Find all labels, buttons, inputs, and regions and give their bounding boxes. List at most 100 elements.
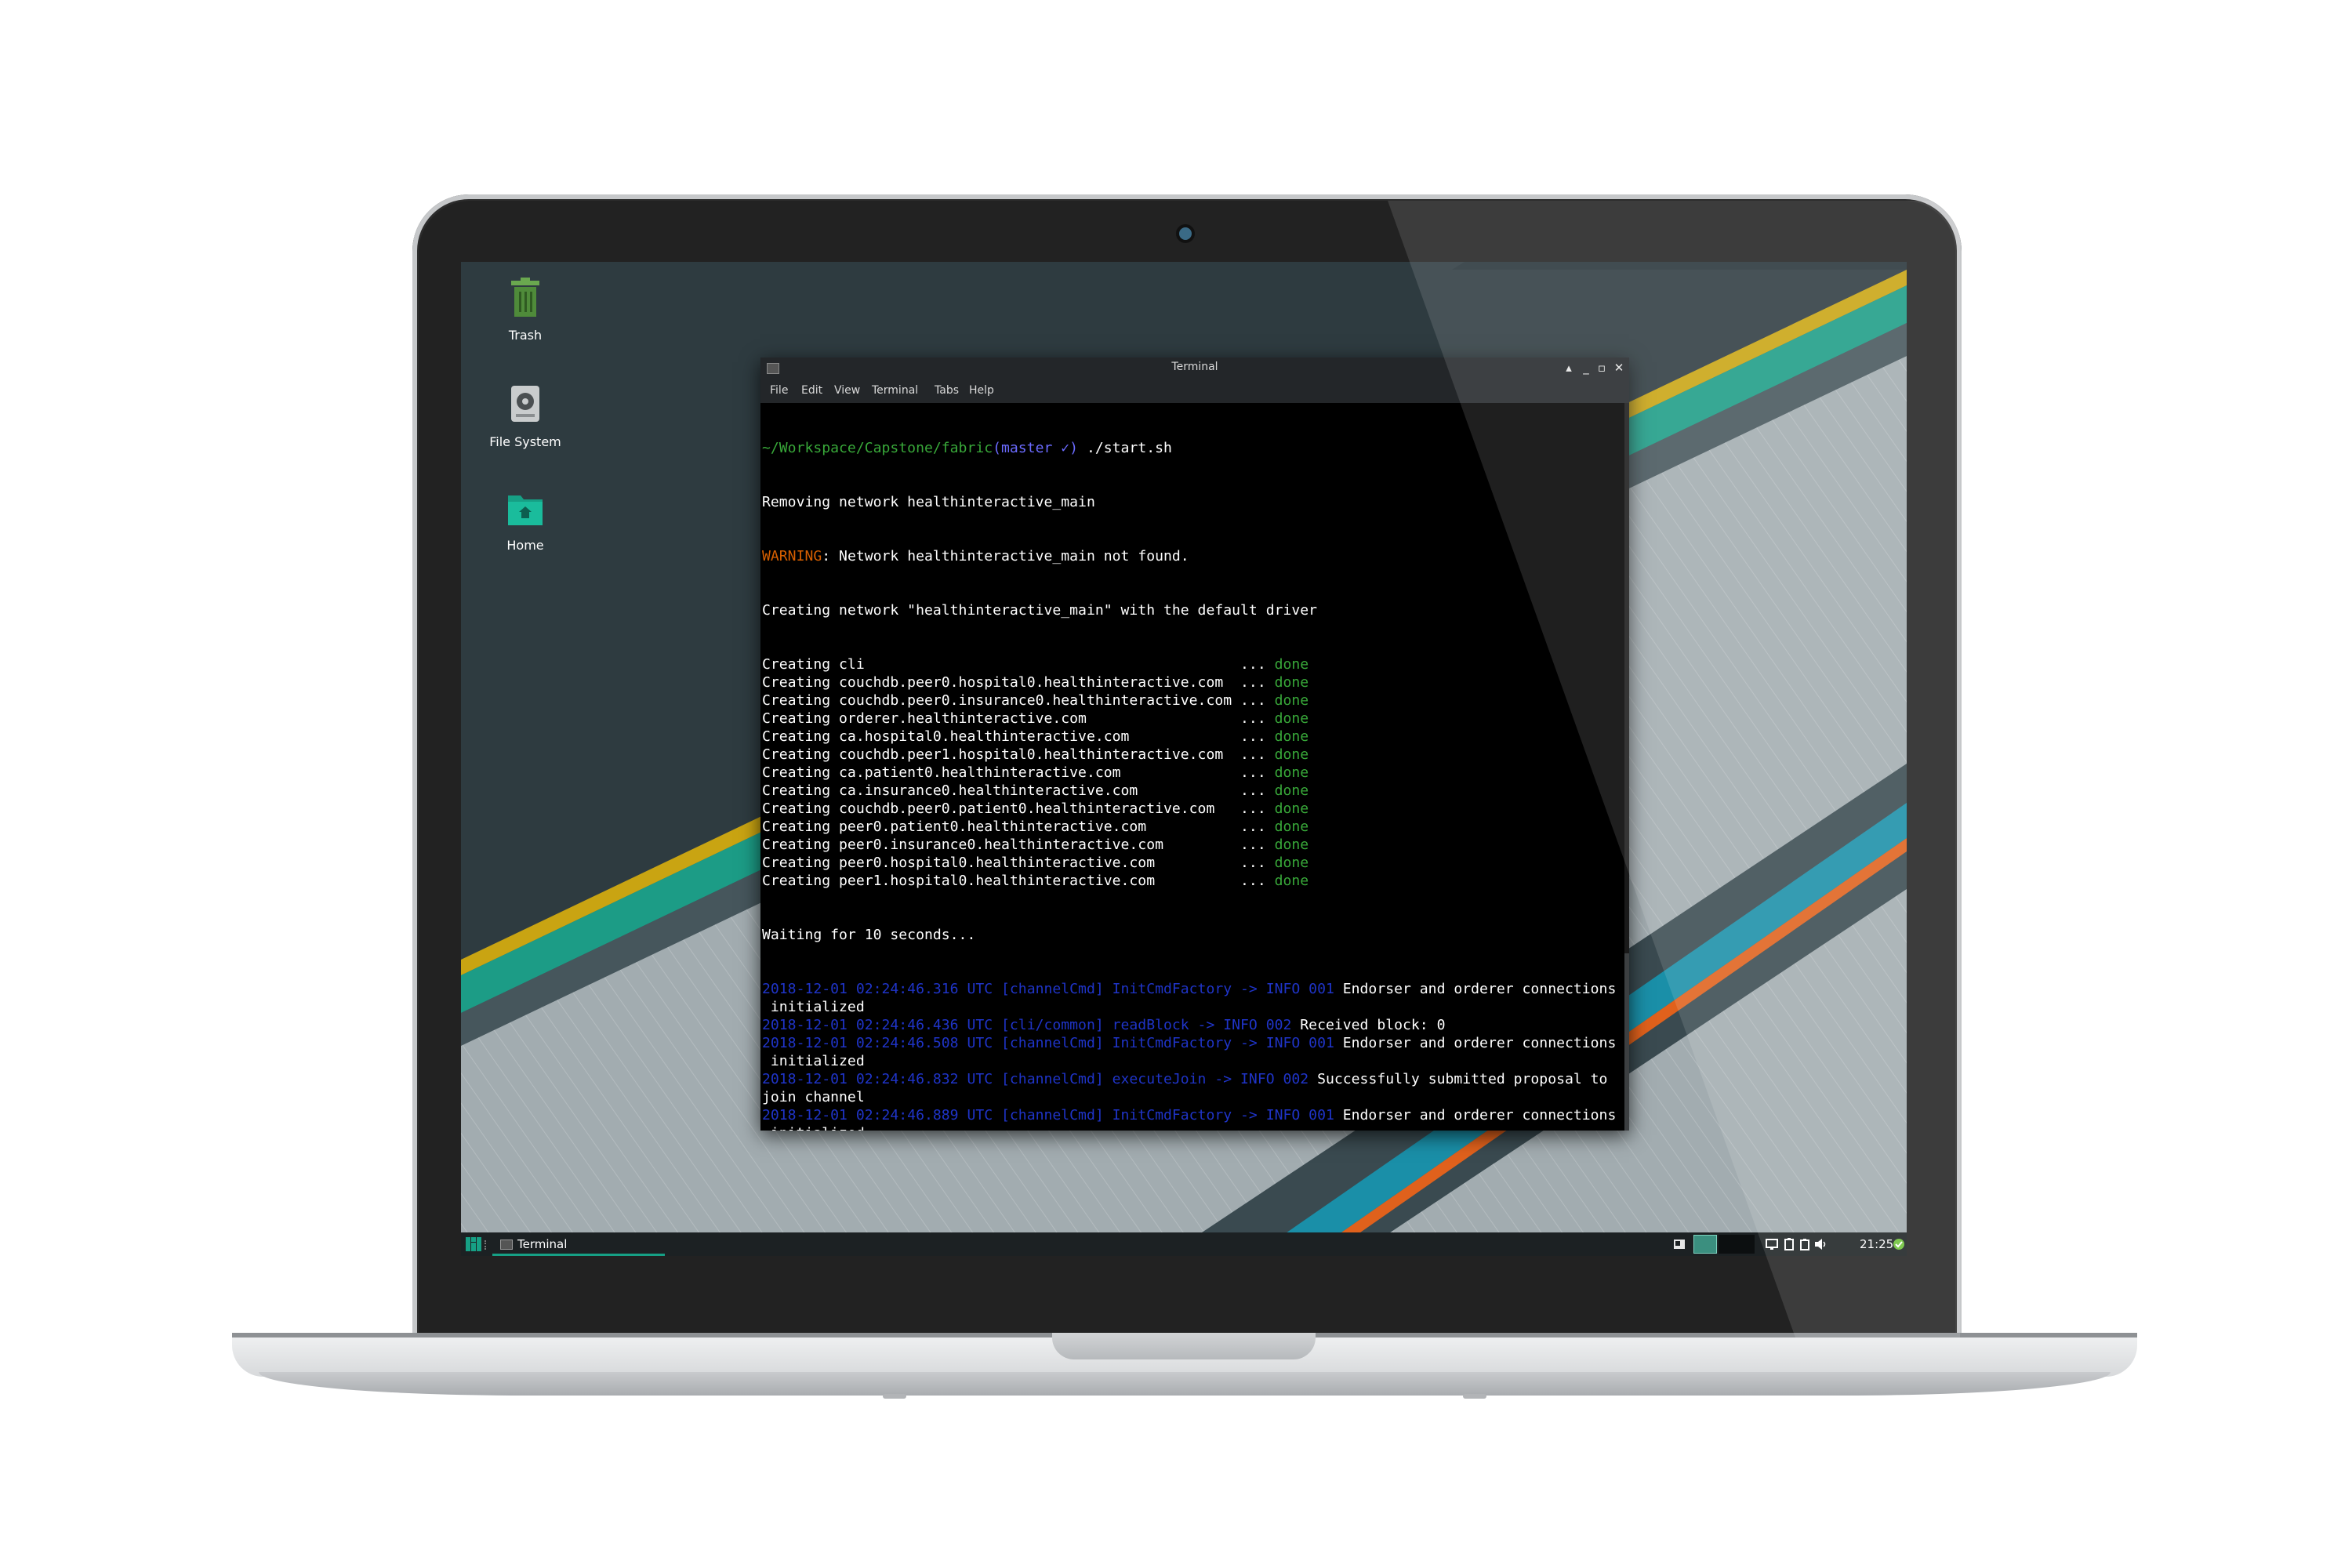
close-button[interactable]: ✕	[1610, 359, 1628, 376]
status-done: done	[1274, 674, 1309, 691]
creating-text: Creating peer0.insurance0.healthinteract…	[762, 837, 1275, 853]
menu-help[interactable]: Help	[969, 384, 994, 397]
taskbar-item-terminal[interactable]: Terminal	[492, 1232, 665, 1256]
log-continuation: initialized	[762, 1053, 865, 1069]
creating-text: Creating couchdb.peer1.hospital0.healthi…	[762, 746, 1275, 763]
prompt-line: ~/Workspace/Capstone/fabric(master ✓) ./…	[762, 439, 1624, 457]
laptop-foot	[1463, 1394, 1486, 1399]
maximize-button[interactable]: ▫	[1593, 359, 1610, 376]
log-line: 2018-12-01 02:24:46.889 UTC [channelCmd]…	[762, 1106, 1624, 1124]
desktop-icon-home[interactable]: Home	[482, 491, 568, 553]
status-done: done	[1274, 873, 1309, 889]
creating-line: Creating ca.hospital0.healthinteractive.…	[762, 728, 1624, 746]
webcam	[1179, 227, 1192, 240]
status-done: done	[1274, 692, 1309, 709]
warning-label: WARNING	[762, 548, 822, 564]
screen: Trash File System Home Terminal ▴ _ ▫ ✕ …	[461, 262, 1907, 1256]
creating-line: Creating cli ... done	[762, 655, 1624, 673]
clock[interactable]: 21:25	[1860, 1237, 1893, 1251]
status-done: done	[1274, 746, 1309, 763]
creating-line: Creating peer1.hospital0.healthinteracti…	[762, 872, 1624, 890]
taskbar-separator	[485, 1240, 488, 1250]
log-prefix: 2018-12-01 02:24:46.316 UTC [channelCmd]…	[762, 981, 1334, 997]
command-text: ./start.sh	[1078, 440, 1172, 456]
creating-text: Creating cli ...	[762, 656, 1275, 673]
trash-icon	[511, 278, 539, 317]
output-line: Removing network healthinteractive_main	[762, 494, 1095, 510]
creating-text: Creating couchdb.peer0.patient0.healthin…	[762, 800, 1275, 817]
clipboard-icon[interactable]	[1783, 1238, 1795, 1250]
creating-line: Creating couchdb.peer0.patient0.healthin…	[762, 800, 1624, 818]
terminal-output[interactable]: ~/Workspace/Capstone/fabric(master ✓) ./…	[762, 403, 1624, 1131]
workspace-switcher-2[interactable]	[1719, 1235, 1755, 1254]
laptop-notch	[1052, 1333, 1316, 1359]
status-done: done	[1274, 782, 1309, 799]
creating-line: Creating peer0.hospital0.healthinteracti…	[762, 854, 1624, 872]
creating-text: Creating ca.patient0.healthinteractive.c…	[762, 764, 1275, 781]
menu-file[interactable]: File	[770, 384, 788, 397]
log-continuation: join channel	[762, 1089, 865, 1105]
status-done: done	[1274, 728, 1309, 745]
menu-view[interactable]: View	[834, 384, 860, 397]
taskbar: Terminal 21:25	[461, 1232, 1907, 1256]
creating-text: Creating couchdb.peer0.hospital0.healthi…	[762, 674, 1275, 691]
log-lines: 2018-12-01 02:24:46.316 UTC [channelCmd]…	[762, 980, 1624, 1131]
desktop-icon-label: Home	[506, 538, 544, 553]
menu-terminal[interactable]: Terminal	[872, 384, 918, 397]
taskbar-item-label: Terminal	[517, 1237, 568, 1251]
log-message: Received block: 0	[1291, 1017, 1446, 1033]
desktop-icon-trash[interactable]: Trash	[482, 278, 568, 343]
terminal-window[interactable]: Terminal ▴ _ ▫ ✕ File Edit View Terminal…	[760, 358, 1629, 1131]
minimize-button[interactable]: _	[1577, 359, 1595, 376]
status-done: done	[1274, 800, 1309, 817]
log-line: 2018-12-01 02:24:46.508 UTC [channelCmd]…	[762, 1034, 1624, 1052]
creating-text: Creating peer0.patient0.healthinteractiv…	[762, 818, 1275, 835]
status-done: done	[1274, 837, 1309, 853]
creating-text: Creating ca.insurance0.healthinteractive…	[762, 782, 1275, 799]
log-prefix: 2018-12-01 02:24:46.436 UTC [cli/common]…	[762, 1017, 1292, 1033]
keep-above-icon[interactable]: ▴	[1560, 359, 1577, 376]
menubar: File Edit View Terminal Tabs Help	[760, 379, 1629, 403]
log-line: 2018-12-01 02:24:46.832 UTC [channelCmd]…	[762, 1070, 1624, 1088]
manjaro-menu-icon[interactable]	[466, 1237, 481, 1251]
log-continuation: initialized	[762, 1124, 1624, 1131]
status-done: done	[1274, 710, 1309, 727]
desktop-icon-file-system[interactable]: File System	[482, 384, 568, 449]
prompt-path: ~/Workspace/Capstone/fabric	[762, 440, 993, 456]
menu-edit[interactable]: Edit	[801, 384, 822, 397]
show-desktop-icon[interactable]	[1673, 1238, 1686, 1250]
display-icon[interactable]	[1766, 1238, 1778, 1250]
creating-text: Creating peer1.hospital0.healthinteracti…	[762, 873, 1275, 889]
laptop-foot	[883, 1394, 906, 1399]
home-folder-icon	[508, 495, 543, 525]
creating-line: Creating couchdb.peer0.insurance0.health…	[762, 691, 1624, 710]
status-done: done	[1274, 818, 1309, 835]
creating-line: Creating couchdb.peer0.hospital0.healthi…	[762, 673, 1624, 691]
status-done: done	[1274, 855, 1309, 871]
workspace-switcher-1[interactable]	[1693, 1235, 1717, 1254]
warning-line: WARNING: Network healthinteractive_main …	[762, 547, 1624, 565]
scrollbar-thumb[interactable]	[1624, 953, 1629, 1131]
update-status-icon[interactable]	[1893, 1238, 1905, 1250]
creating-lines: Creating cli ... done Creating couchdb.pe…	[762, 655, 1624, 890]
menu-tabs[interactable]: Tabs	[935, 384, 959, 397]
log-message: Endorser and orderer connections	[1334, 1035, 1617, 1051]
output-line: Creating network "healthinteractive_main…	[762, 602, 1318, 619]
creating-line: Creating orderer.healthinteractive.com .…	[762, 710, 1624, 728]
creating-text: Creating orderer.healthinteractive.com .…	[762, 710, 1275, 727]
log-prefix: 2018-12-01 02:24:46.832 UTC [channelCmd]…	[762, 1071, 1309, 1087]
window-titlebar[interactable]: Terminal ▴ _ ▫ ✕	[760, 358, 1629, 379]
volume-icon[interactable]	[1814, 1238, 1827, 1250]
desktop-icon-label: File System	[489, 434, 561, 449]
log-message: Successfully submitted proposal to	[1308, 1071, 1608, 1087]
drive-icon	[511, 386, 539, 422]
creating-text: Creating ca.hospital0.healthinteractive.…	[762, 728, 1275, 745]
creating-line: Creating peer0.insurance0.healthinteract…	[762, 836, 1624, 854]
window-title: Terminal	[1171, 361, 1218, 373]
terminal-app-icon	[500, 1240, 513, 1250]
creating-line: Creating ca.patient0.healthinteractive.c…	[762, 764, 1624, 782]
log-message: Endorser and orderer connections	[1334, 981, 1617, 997]
creating-line: Creating peer0.patient0.healthinteractiv…	[762, 818, 1624, 836]
battery-icon[interactable]	[1798, 1238, 1811, 1250]
desktop-icon-label: Trash	[508, 328, 543, 343]
